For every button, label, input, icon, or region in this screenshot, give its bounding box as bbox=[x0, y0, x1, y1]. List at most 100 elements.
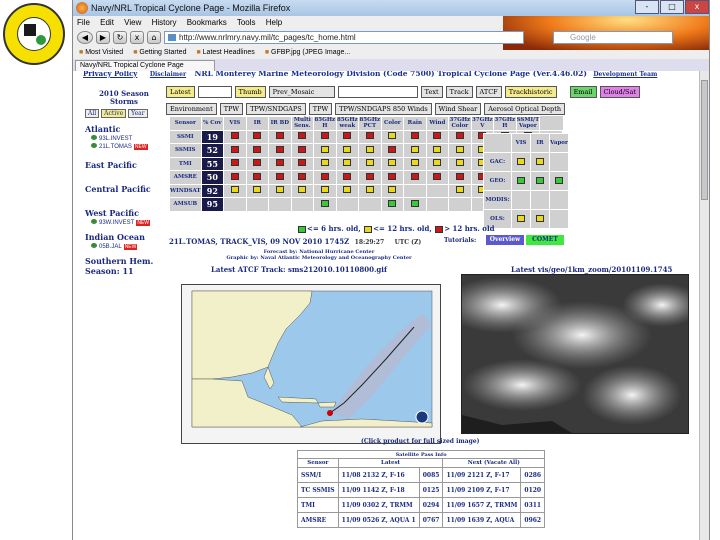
product-cell[interactable] bbox=[268, 143, 292, 158]
menu-view[interactable]: View bbox=[124, 18, 141, 27]
product-cell[interactable] bbox=[223, 129, 247, 144]
product-swatch[interactable] bbox=[253, 159, 262, 167]
product-swatch[interactable] bbox=[433, 159, 442, 167]
product-cell[interactable] bbox=[403, 197, 427, 212]
product-cell[interactable] bbox=[245, 156, 270, 171]
wind-shear-button[interactable]: Wind Shear bbox=[434, 103, 482, 115]
tpw-sndgaps-850-button[interactable]: TPW/SNDGAPS 850 Winds bbox=[335, 103, 432, 115]
product-cell[interactable] bbox=[313, 183, 337, 198]
tab-active[interactable]: Navy/NRL Tropical Cyclone Page bbox=[75, 60, 215, 71]
product-cell[interactable] bbox=[290, 170, 315, 185]
product-swatch[interactable] bbox=[433, 145, 442, 153]
storm-name[interactable]: 05B.JAL bbox=[99, 244, 122, 250]
url-bar[interactable]: http://www.nrlmry.navy.mil/tc_pages/tc_h… bbox=[164, 31, 524, 44]
product-swatch[interactable] bbox=[253, 145, 262, 153]
product-cell[interactable] bbox=[313, 156, 337, 171]
product-swatch[interactable] bbox=[320, 172, 329, 180]
product-cell[interactable] bbox=[403, 156, 427, 171]
tpw-button[interactable]: TPW bbox=[219, 103, 244, 115]
stop-button[interactable]: x bbox=[130, 31, 144, 44]
email-button[interactable]: Email bbox=[569, 86, 597, 98]
product-cell[interactable] bbox=[223, 156, 247, 171]
product-cell[interactable] bbox=[448, 143, 472, 158]
mode-all[interactable]: All bbox=[85, 109, 100, 118]
scrollbar-thumb[interactable] bbox=[701, 80, 708, 200]
geo-cell[interactable] bbox=[549, 171, 569, 191]
product-cell[interactable] bbox=[380, 156, 405, 171]
product-cell[interactable] bbox=[268, 183, 292, 198]
storm-link[interactable]: 93L.INVEST bbox=[85, 135, 163, 142]
product-swatch[interactable] bbox=[365, 159, 374, 167]
product-swatch[interactable] bbox=[320, 186, 329, 194]
product-swatch[interactable] bbox=[388, 172, 397, 180]
mode-active[interactable]: Active bbox=[101, 109, 127, 118]
menu-history[interactable]: History bbox=[152, 18, 177, 27]
product-cell[interactable] bbox=[425, 143, 450, 158]
product-swatch[interactable] bbox=[343, 145, 352, 153]
col-next[interactable]: Next (Vacate All) bbox=[442, 458, 546, 468]
storm-name[interactable]: 93W.INVEST bbox=[99, 220, 134, 226]
product-cell[interactable] bbox=[335, 170, 360, 185]
geo-cell[interactable] bbox=[511, 209, 531, 229]
product-cell[interactable] bbox=[448, 170, 472, 185]
product-swatch[interactable] bbox=[230, 159, 239, 167]
product-swatch[interactable] bbox=[555, 176, 563, 184]
disclaimer-link[interactable]: Disclaimer bbox=[150, 71, 186, 78]
product-cell[interactable] bbox=[380, 129, 405, 144]
product-cell[interactable] bbox=[290, 156, 315, 171]
storm-link[interactable]: 21L.TOMAS NEW bbox=[85, 143, 163, 150]
product-swatch[interactable] bbox=[230, 172, 239, 180]
product-swatch[interactable] bbox=[517, 157, 525, 165]
maximize-button[interactable]: □ bbox=[660, 0, 684, 14]
product-cell[interactable] bbox=[245, 170, 270, 185]
product-cell[interactable] bbox=[403, 170, 427, 185]
product-cell[interactable] bbox=[313, 129, 337, 144]
product-swatch[interactable] bbox=[536, 214, 544, 222]
product-swatch[interactable] bbox=[298, 145, 307, 153]
product-swatch[interactable] bbox=[410, 132, 419, 140]
product-cell[interactable] bbox=[358, 156, 382, 171]
product-cell[interactable] bbox=[335, 143, 360, 158]
product-swatch[interactable] bbox=[343, 186, 352, 194]
product-swatch[interactable] bbox=[388, 159, 397, 167]
reload-button[interactable]: ↻ bbox=[113, 31, 127, 44]
product-cell[interactable] bbox=[380, 170, 405, 185]
product-swatch[interactable] bbox=[230, 186, 239, 194]
product-swatch[interactable] bbox=[253, 172, 262, 180]
product-swatch[interactable] bbox=[433, 172, 442, 180]
product-swatch[interactable] bbox=[388, 132, 397, 140]
product-swatch[interactable] bbox=[230, 145, 239, 153]
product-cell[interactable] bbox=[313, 170, 337, 185]
product-swatch[interactable] bbox=[455, 186, 464, 194]
track-map-image[interactable] bbox=[181, 284, 441, 444]
product-cell[interactable] bbox=[268, 156, 292, 171]
product-swatch[interactable] bbox=[388, 186, 397, 194]
product-swatch[interactable] bbox=[433, 132, 442, 140]
track-button[interactable]: Track bbox=[445, 86, 473, 98]
atcf-button[interactable]: ATCF bbox=[475, 86, 502, 98]
bookmark-getting-started[interactable]: Getting Started bbox=[133, 46, 186, 59]
product-cell[interactable] bbox=[290, 129, 315, 144]
product-cell[interactable] bbox=[358, 129, 382, 144]
product-swatch[interactable] bbox=[320, 159, 329, 167]
product-cell[interactable] bbox=[313, 197, 337, 212]
tpw-button-2[interactable]: TPW bbox=[308, 103, 333, 115]
product-swatch[interactable] bbox=[343, 159, 352, 167]
geo-cell[interactable] bbox=[530, 209, 550, 229]
product-cell[interactable] bbox=[223, 183, 247, 198]
product-cell[interactable] bbox=[380, 143, 405, 158]
product-swatch[interactable] bbox=[275, 145, 284, 153]
product-swatch[interactable] bbox=[298, 159, 307, 167]
blank-button-2[interactable] bbox=[337, 86, 418, 98]
product-swatch[interactable] bbox=[365, 172, 374, 180]
product-cell[interactable] bbox=[223, 170, 247, 185]
forward-button[interactable]: ▶ bbox=[96, 31, 110, 44]
bookmark-most-visited[interactable]: Most Visited bbox=[79, 46, 123, 59]
product-swatch[interactable] bbox=[410, 159, 419, 167]
cloudsat-button[interactable]: Cloud/Sat bbox=[599, 86, 640, 98]
text-button[interactable]: Text bbox=[420, 86, 443, 98]
product-swatch[interactable] bbox=[275, 159, 284, 167]
menu-file[interactable]: File bbox=[77, 18, 90, 27]
product-swatch[interactable] bbox=[230, 132, 239, 140]
bookmark-gfbp[interactable]: GFBP.jpg (JPEG Image... bbox=[265, 46, 350, 59]
